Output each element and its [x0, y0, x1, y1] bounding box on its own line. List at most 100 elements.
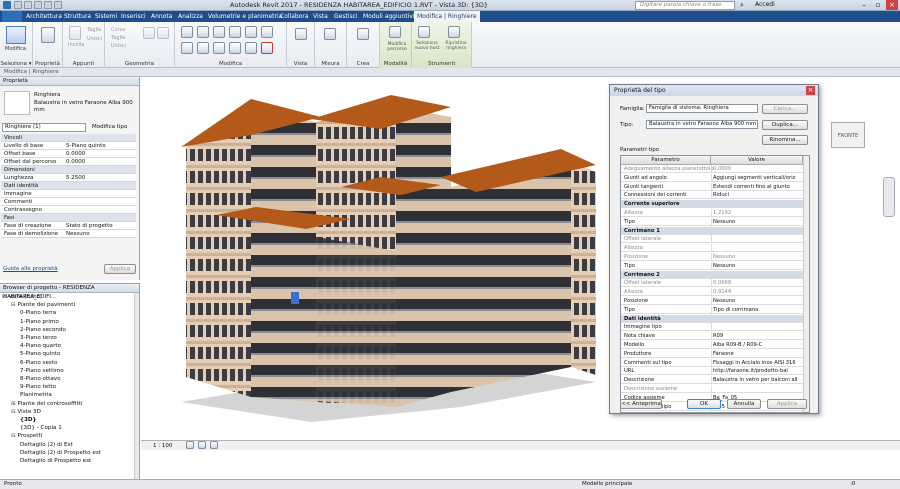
browser-tree-item[interactable]: 1-Piano primo	[20, 319, 59, 327]
cut-clip-label[interactable]: Taglia	[87, 27, 101, 33]
property-value[interactable]: 0.0000	[66, 158, 85, 166]
browser-tree-item[interactable]: ⊟ Viste (tutto)	[2, 294, 42, 302]
parameter-group[interactable]: Corrimano 1	[621, 226, 803, 235]
parameter-row[interactable]: Altezza	[621, 244, 803, 253]
parameter-group[interactable]: Corrimano 2	[621, 270, 803, 279]
trim-icon[interactable]	[181, 42, 193, 54]
signin-button[interactable]: Accedi	[755, 1, 775, 8]
search-input[interactable]: Digitare parola chiave o frase	[635, 1, 735, 10]
array-icon[interactable]	[213, 42, 225, 54]
parameter-row[interactable]: URL http://faraone.it/prodotto-bal	[621, 367, 803, 376]
parameter-row[interactable]: Altezza 0.9144	[621, 288, 803, 297]
view-scale[interactable]: 1 : 100	[153, 443, 172, 449]
type-select[interactable]: Balaustra in vetro Faraone Alba 900 mm	[646, 120, 758, 129]
parameter-value[interactable]: Aggiungi segmenti verticali/oriz	[713, 174, 801, 182]
browser-tree-item[interactable]: 7-Piano settimo	[20, 368, 64, 376]
property-row[interactable]: Offset base 0.0000	[1, 150, 136, 158]
property-value[interactable]: 5.2500	[66, 174, 85, 182]
parameter-value[interactable]: Fissaggi in Acciaio inox AISI 316	[713, 359, 801, 367]
property-row[interactable]: Lunghezza 5.2500	[1, 174, 136, 182]
property-value[interactable]: Stato di progetto	[66, 222, 113, 230]
filter-count[interactable]: :0	[850, 481, 855, 487]
browser-tree-item[interactable]: 5-Piano quinto	[20, 351, 60, 359]
load-button[interactable]: Carica...	[762, 104, 808, 114]
offset-icon[interactable]	[197, 26, 209, 38]
tab-annota[interactable]: Annota	[151, 11, 172, 22]
parameter-row[interactable]: Immagine tipo	[621, 323, 803, 332]
tab-struttura[interactable]: Struttura	[64, 11, 91, 22]
parameter-row[interactable]: Posizione Nessuno	[621, 297, 803, 305]
column-header-parameter[interactable]: Parametro	[621, 156, 711, 165]
select-host-icon[interactable]	[418, 26, 430, 38]
parameter-row[interactable]: Altezza 1.2192	[621, 209, 803, 217]
browser-tree-item[interactable]: ⊟ Viste 3D	[11, 409, 41, 417]
property-category[interactable]: Fasi	[1, 214, 136, 222]
browser-tree-item[interactable]: ⊟ Prospetti	[11, 433, 42, 441]
parameter-value[interactable]: Faraone	[713, 350, 801, 358]
navigation-bar[interactable]	[883, 177, 895, 217]
tab-modifica-ringhiere[interactable]: Modifica | Ringhiere	[414, 11, 480, 22]
maximize-icon[interactable]: ▫	[872, 0, 884, 10]
parameter-value[interactable]: Estendi correnti fino al giunto	[713, 183, 801, 191]
browser-tree-item[interactable]: 8-Piano ottavo	[20, 376, 61, 384]
browser-tree-item[interactable]: Planimetria	[20, 392, 52, 400]
group-label-select[interactable]: Seleziona ▾	[0, 61, 32, 67]
browser-tree-item[interactable]: 6-Piano sesto	[20, 360, 57, 368]
property-category[interactable]: Dimensioni	[1, 166, 136, 174]
property-value[interactable]: 0.0000	[66, 150, 85, 158]
property-row[interactable]: Offset dal percorso 0.0000	[1, 158, 136, 166]
parameter-row[interactable]: Descrizione assieme	[621, 385, 803, 393]
model-selector[interactable]: Modello principale	[582, 481, 632, 487]
parameter-value[interactable]: http://faraone.it/prodotto-bal	[713, 367, 801, 375]
grid-scrollbar[interactable]	[803, 156, 809, 412]
print-icon[interactable]	[54, 1, 62, 9]
family-select[interactable]: Famiglia di sistema: Ringhiera	[646, 104, 758, 113]
geometry-tool-icon-2[interactable]	[157, 27, 169, 39]
property-row[interactable]: Fase di creazione Stato di progetto	[1, 222, 136, 230]
hide-view-icon[interactable]	[295, 28, 307, 40]
parameter-value[interactable]: 0.0000	[713, 165, 801, 173]
cancel-button[interactable]: Annulla	[727, 399, 761, 409]
reset-railing-icon[interactable]	[448, 26, 460, 38]
minimize-icon[interactable]: –	[858, 0, 870, 10]
parameter-value[interactable]: Nessuno	[713, 218, 801, 226]
measure-icon[interactable]	[324, 28, 336, 40]
viewcube[interactable]: FRONTE	[831, 122, 865, 148]
dialog-apply-button[interactable]: Applica	[767, 399, 807, 409]
parameter-value[interactable]: Alba R09-B / R09-C	[713, 341, 801, 349]
tab-analizza[interactable]: Analizza	[178, 11, 203, 22]
browser-tree-item[interactable]: ⊟ Piante dei pavimenti	[11, 302, 75, 310]
property-row[interactable]: Livello di base 5-Piano quinto	[1, 142, 136, 150]
browser-tree-item[interactable]: 3-Piano terzo	[20, 335, 57, 343]
parameter-value[interactable]: Nessuno	[713, 253, 801, 261]
create-group-icon[interactable]	[357, 28, 369, 40]
scale-icon[interactable]	[229, 42, 241, 54]
edit-path-icon[interactable]	[389, 26, 401, 38]
tab-sistemi[interactable]: Sistemi	[95, 11, 117, 22]
tab-volumetrie[interactable]: Volumetrie e planimetria	[208, 11, 282, 22]
browser-tree-item[interactable]: 4-Piano quarto	[20, 343, 61, 351]
type-selector[interactable]: Balaustra in vetro Faraone Alba 900 mm	[34, 100, 134, 114]
parameter-group[interactable]: Corrente superiore	[621, 200, 803, 209]
parameter-value[interactable]: Nessuno	[713, 262, 801, 270]
paste-icon[interactable]	[69, 26, 81, 40]
rename-button[interactable]: Rinomina...	[762, 135, 808, 145]
property-value[interactable]: Nessuno	[66, 230, 90, 238]
tab-vista[interactable]: Vista	[313, 11, 328, 22]
parameter-row[interactable]: Nota chiave R09	[621, 332, 803, 341]
browser-scrollbar[interactable]	[134, 293, 139, 479]
undo-icon[interactable]	[34, 1, 42, 9]
property-category[interactable]: Vincoli	[1, 134, 136, 142]
detail-level-icon[interactable]	[186, 441, 194, 449]
browser-tree-item[interactable]: 0-Piano terra	[20, 310, 56, 318]
parameter-row[interactable]: Adeguamento altezza pianerottolo 0.0000	[621, 165, 803, 173]
property-row[interactable]: Contrassegno	[1, 206, 136, 214]
parameter-row[interactable]: Commenti sul tipo Fissaggi in Acciaio ino…	[621, 358, 803, 367]
move-icon[interactable]	[229, 26, 241, 38]
preview-button[interactable]: << Anteprima	[620, 399, 662, 409]
tab-collabora[interactable]: Collabora	[280, 11, 309, 22]
instance-filter-select[interactable]: Ringhiere (1)	[2, 123, 86, 132]
visual-style-icon[interactable]	[198, 441, 206, 449]
rotate-icon[interactable]	[261, 26, 273, 38]
cope-label[interactable]: Corsa	[111, 27, 125, 33]
